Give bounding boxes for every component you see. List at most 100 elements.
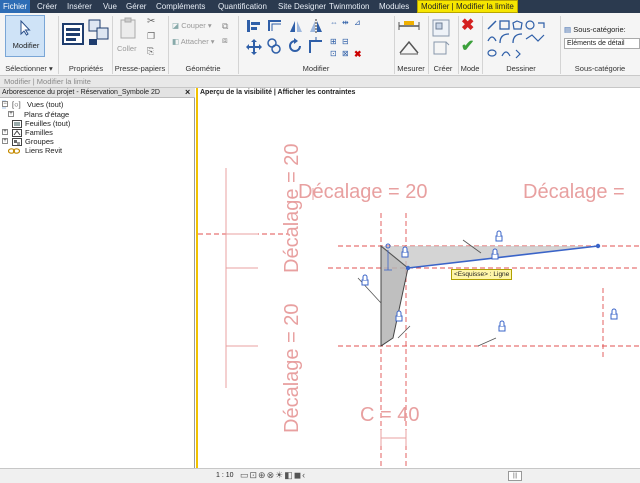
expand-icon[interactable]: +	[2, 138, 8, 144]
join-icon[interactable]: ⧉	[222, 21, 228, 32]
offset-icon[interactable]	[267, 19, 283, 33]
cancel-edit-icon[interactable]: ✖	[461, 15, 474, 35]
lock-icon	[395, 310, 403, 322]
tab-modifier-limite[interactable]: Modifier | Modifier la limite	[417, 0, 518, 13]
panel-dessiner: Dessiner	[506, 64, 536, 73]
properties-icon[interactable]	[62, 23, 84, 45]
split-icon[interactable]: ⇔	[330, 18, 338, 27]
tab-modules[interactable]: Modules	[376, 0, 412, 13]
tree-item-label: Plans d'étage	[24, 110, 70, 119]
lock-icon	[495, 230, 503, 242]
lock-icon	[491, 248, 499, 260]
project-browser: Arborescence du projet - Réservation_Sym…	[0, 87, 195, 468]
sketch-tooltip: <Esquisse> : Ligne	[451, 269, 513, 280]
cursor-arrow-icon	[20, 20, 31, 36]
draw-tools-icon[interactable]	[486, 17, 558, 59]
panel-geometrie: Géométrie	[185, 64, 221, 73]
tab-inserer[interactable]: Insérer	[64, 0, 95, 13]
unpin-icon[interactable]: ⊡	[330, 49, 337, 58]
line-endpoint[interactable]	[405, 265, 411, 271]
leader-line	[477, 337, 497, 347]
mirror-draw-icon[interactable]	[308, 19, 324, 33]
cut-icon[interactable]: ✂	[147, 16, 155, 27]
panel-mesurer: Mesurer	[397, 64, 425, 73]
scale-selector[interactable]: 1 : 10	[216, 472, 234, 479]
modifier-button[interactable]: Modifier	[5, 15, 45, 57]
tab-complements[interactable]: Compléments	[153, 0, 208, 13]
rotate-icon[interactable]	[286, 37, 304, 55]
expand-icon[interactable]: +	[2, 129, 8, 135]
copy-elements-icon[interactable]	[266, 37, 282, 55]
groups-icon	[12, 138, 22, 146]
move-icon[interactable]	[246, 39, 262, 55]
scrollbar-thumb[interactable]: |||	[508, 471, 522, 481]
options-bar-context: Modifier | Modifier la limite	[4, 77, 91, 86]
leader-line	[357, 277, 382, 304]
align-icon[interactable]	[246, 19, 262, 33]
ribbon: Modifier Sélectionner ▾ Propriétés Colle…	[0, 13, 640, 76]
tree-item-label: Familles	[25, 128, 53, 137]
tab-fichier[interactable]: Fichier	[0, 0, 31, 13]
split-gap-icon[interactable]: ⇹	[342, 18, 349, 27]
trim-single-icon[interactable]: ⊠	[342, 49, 349, 58]
souscategorie-label: ▤ Sous-catégorie:	[564, 25, 626, 34]
dimension-label-c[interactable]: C = 40	[360, 404, 419, 426]
ribbon-tab-bar: Fichier Créer Insérer Vue Gérer Compléme…	[0, 0, 640, 13]
tab-creer[interactable]: Créer	[34, 0, 60, 13]
lock-icon	[498, 320, 506, 332]
tab-twinmotion[interactable]: Twinmotion	[326, 0, 372, 13]
family-sketch[interactable]: Décalage = 20 Décalage = Décalage = 20 D…	[198, 88, 640, 468]
dimension-label-vertical[interactable]: Décalage = 20	[281, 303, 303, 433]
lock-icon	[610, 308, 618, 320]
paste-icon[interactable]	[119, 17, 139, 41]
tab-gerer[interactable]: Gérer	[123, 0, 149, 13]
attacher-dropdown[interactable]: ◧ Attacher ▾	[172, 37, 215, 46]
dimension-label-horizontal[interactable]: Décalage = 20	[298, 181, 428, 203]
panel-separator	[58, 16, 59, 74]
mirror-axis-icon[interactable]	[288, 19, 304, 33]
create-similar-icon[interactable]	[432, 40, 450, 56]
dimension-label-horizontal[interactable]: Décalage =	[523, 181, 625, 203]
copy-icon[interactable]: ❐	[147, 31, 155, 42]
lock-icon	[401, 246, 409, 258]
tree-item-label: Feuilles (tout)	[25, 119, 71, 128]
tree-item-label: Vues (tout)	[27, 100, 64, 109]
finish-edit-icon[interactable]: ✔	[461, 36, 474, 56]
trim-extend-icon[interactable]	[308, 37, 324, 55]
families-icon	[12, 129, 22, 137]
collapse-icon[interactable]: −	[2, 101, 8, 107]
tab-vue[interactable]: Vue	[100, 0, 120, 13]
type-properties-icon[interactable]	[88, 19, 110, 47]
leader-line	[397, 325, 411, 339]
link-icon	[8, 148, 20, 154]
tree-item-vues[interactable]: − [○] Vues (tout)	[2, 100, 63, 109]
tab-site-designer[interactable]: Site Designer	[275, 0, 329, 13]
panel-proprietes: Propriétés	[68, 64, 104, 73]
project-browser-title-text: Arborescence du projet - Réservation_Sym…	[2, 89, 160, 96]
tab-quantification[interactable]: Quantification	[215, 0, 270, 13]
pin-icon[interactable]: ⊿	[354, 18, 361, 27]
view-control-bar: 1 : 10 ▭⊡⊕⊗☀◧◼‹ |||	[196, 468, 640, 483]
coller-label: Coller	[117, 44, 137, 53]
close-icon[interactable]: ×	[185, 87, 190, 97]
panel-presse-papiers: Presse-papiers	[114, 64, 166, 73]
lock-icon	[361, 274, 369, 286]
souscategorie-select[interactable]: Eléments de détail	[564, 38, 640, 49]
drawing-canvas[interactable]: Aperçu de la visibilité | Afficher les c…	[196, 88, 640, 468]
expand-icon[interactable]: +	[8, 111, 14, 117]
view-controls-icons[interactable]: ▭⊡⊕⊗☀◧◼‹	[240, 470, 306, 481]
create-group-icon[interactable]	[432, 19, 450, 37]
panel-modifier: Modifier	[302, 64, 330, 73]
line-endpoint[interactable]	[595, 243, 601, 249]
couper-dropdown[interactable]: ◪ Couper ▾	[172, 21, 212, 30]
measure-icon[interactable]	[398, 19, 420, 33]
panel-selectionner[interactable]: Sélectionner ▾	[0, 63, 58, 75]
array-icon[interactable]: ⊞	[330, 37, 337, 46]
match-properties-icon[interactable]: ⎘	[147, 46, 154, 57]
dimension-icon[interactable]	[398, 39, 420, 55]
delete-icon[interactable]: ✖	[354, 49, 362, 60]
wall-join-icon[interactable]: ⧈	[222, 35, 228, 46]
status-bar	[0, 468, 196, 483]
scale-icon[interactable]: ⊟	[342, 37, 349, 46]
dimension-label-vertical[interactable]: Décalage = 20	[281, 143, 303, 273]
